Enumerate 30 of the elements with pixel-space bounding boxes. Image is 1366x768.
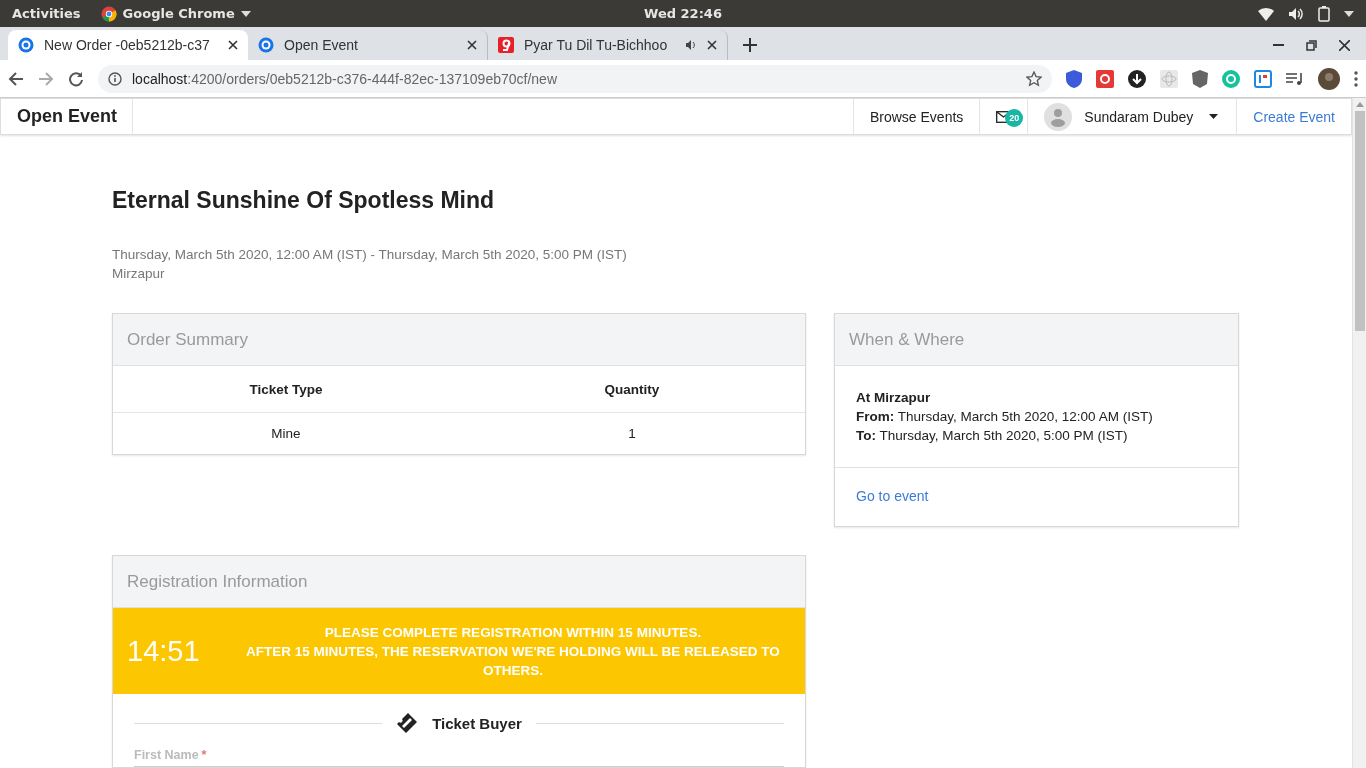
table-cell-text: Mine [270, 426, 302, 441]
activities-button[interactable]: Activities [12, 6, 81, 21]
create-event-link[interactable]: Create Event [1253, 108, 1335, 125]
notice-text: AFTER 15 MINUTES, THE RESERVATION WE'RE HOLDING WILL BE RELEASED TO OTHERS. [245, 642, 781, 680]
card-title: Registration Information [113, 556, 805, 608]
card-title: When & Where [835, 314, 1238, 366]
section-heading: Ticket Buyer [432, 714, 522, 732]
start-time-text: From: Thursday, March 5th 2020, 12:00 AM (IST) [856, 408, 1154, 426]
address-field[interactable]: localhost:4200/orders/0eb5212b-c376-444f-82ec-137109eb70cf/new [98, 64, 1052, 93]
table-cell-text: 1 [627, 426, 637, 441]
field-label: First Name * [134, 748, 208, 762]
column-header: Quantity [603, 381, 661, 397]
go-to-event-link[interactable]: Go to event [856, 488, 929, 504]
event-location: Mirzapur [112, 265, 166, 283]
column-header: Ticket Type [248, 381, 324, 397]
event-dates: Thursday, March 5th 2020, 12:00 AM (IST) - Thursday, March 5th 2020, 5:00 PM (IST) [112, 246, 628, 264]
browser-tab[interactable]: New Order -0eb5212b-c37 [8, 30, 248, 60]
browse-events-link[interactable]: Browse Events [869, 108, 964, 125]
user-menu[interactable]: Sundaram Dubey [1084, 108, 1194, 125]
url-text: localhost:4200/orders/0eb5212b-c376-444f-82ec-137109eb70cf/new [132, 70, 558, 87]
notification-badge: 20 [1005, 109, 1024, 127]
end-time-text: To: Thursday, March 5th 2020, 5:00 PM (IST) [856, 427, 1129, 445]
countdown-timer: 14:51 [127, 634, 201, 668]
clock[interactable]: Wed 22:46 [644, 6, 722, 21]
app-menu[interactable]: Google Chrome [122, 6, 235, 21]
notice-text: PLEASE COMPLETE REGISTRATION WITHIN 15 MINUTES. [323, 623, 703, 642]
brand-link[interactable]: Open Event [1, 99, 134, 134]
event-title: Eternal Sunshine Of Spotless Mind [112, 187, 496, 214]
venue-text: At Mirzapur [856, 389, 932, 407]
card-title: Order Summary [113, 314, 805, 366]
